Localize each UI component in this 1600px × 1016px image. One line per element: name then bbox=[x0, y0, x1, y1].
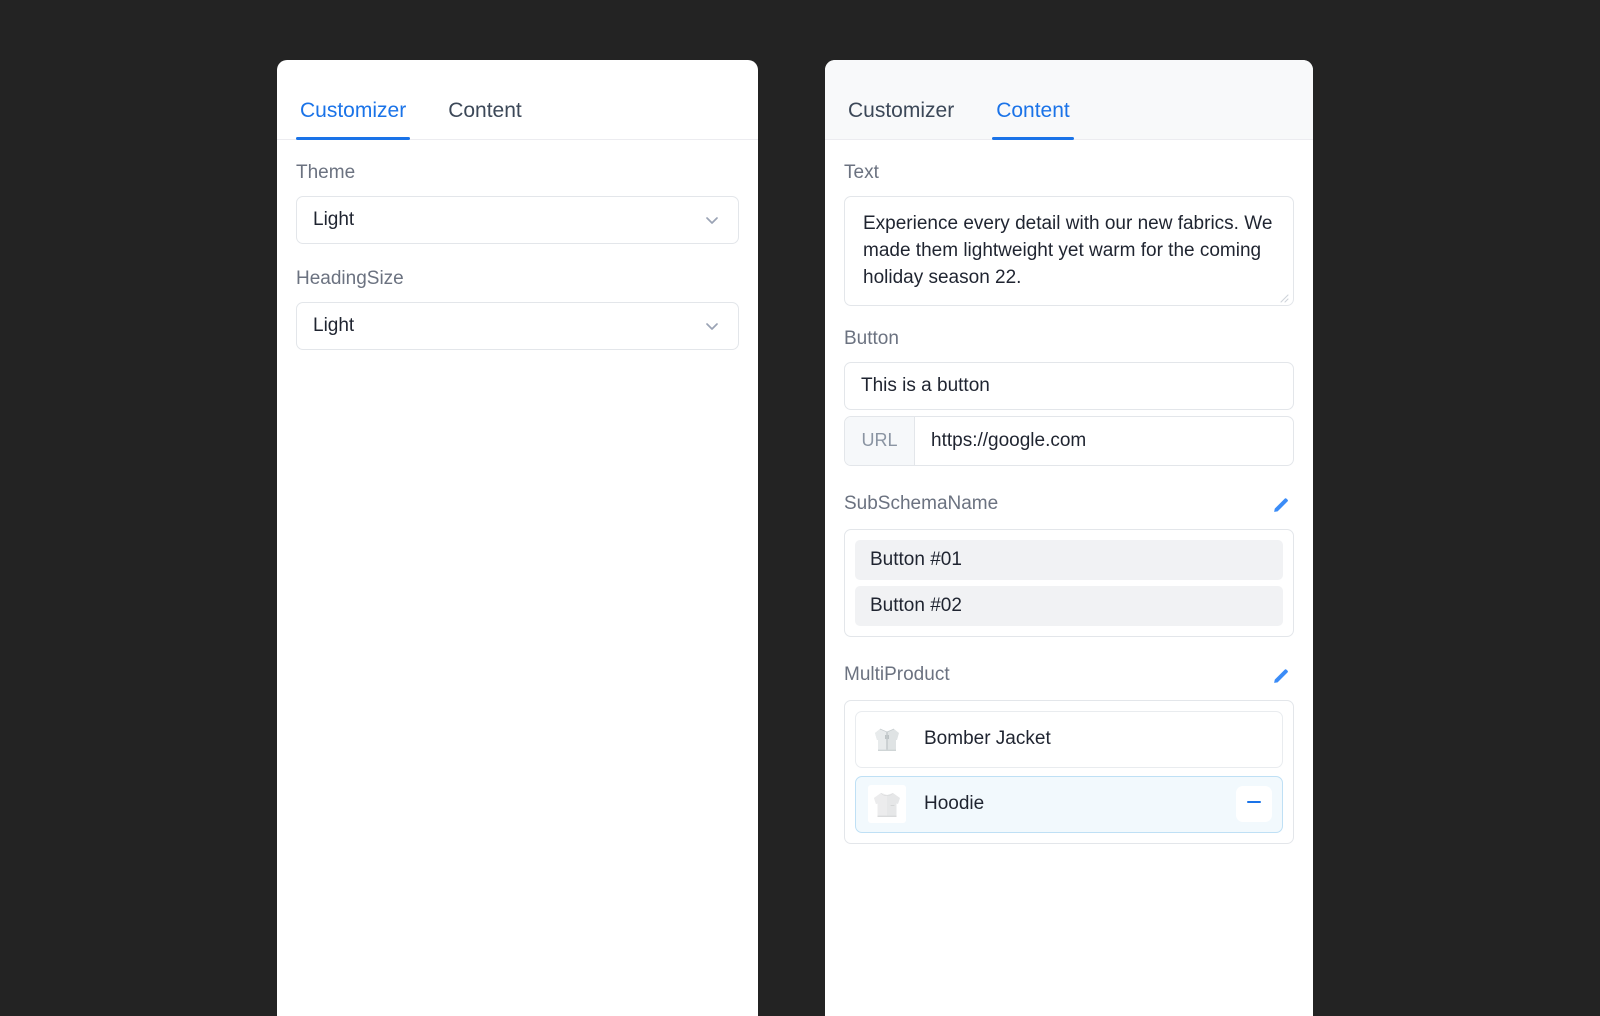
resize-handle-icon[interactable] bbox=[1277, 290, 1289, 303]
text-textarea[interactable]: Experience every detail with our new fab… bbox=[844, 195, 1294, 306]
sub-schema-item-label: Button #02 bbox=[870, 594, 962, 616]
button-label-input-value: This is a button bbox=[861, 374, 990, 396]
field-button: Button This is a button URL https://goog… bbox=[844, 328, 1294, 466]
field-label-theme: Theme bbox=[296, 162, 356, 183]
list-item[interactable]: Button #02 bbox=[855, 585, 1283, 626]
hoodie-thumbnail bbox=[868, 785, 906, 824]
tab-label: Content bbox=[448, 99, 522, 122]
theme-select-value: Light bbox=[313, 208, 355, 230]
button-url-input[interactable]: https://google.com bbox=[915, 417, 1293, 465]
customizer-panel: Customizer Content Theme Light HeadingSi… bbox=[277, 60, 758, 1016]
minus-icon bbox=[1244, 792, 1264, 817]
product-name: Hoodie bbox=[924, 793, 985, 815]
theme-select[interactable]: Light bbox=[296, 195, 739, 244]
left-panel-tabbar: Customizer Content bbox=[277, 60, 758, 140]
remove-product-button[interactable] bbox=[1236, 786, 1272, 823]
multi-product-list: Bomber Jacket Hoodie bbox=[844, 699, 1294, 844]
heading-size-select[interactable]: Light bbox=[296, 301, 739, 350]
table-row[interactable]: Hoodie bbox=[855, 775, 1283, 833]
heading-size-select-value: Light bbox=[313, 314, 355, 336]
field-multi-product: MultiProduct Bomber Jacket Hoodie bbox=[844, 663, 1294, 844]
field-heading-size: HeadingSize Light bbox=[296, 268, 739, 350]
tab-label: Content bbox=[996, 99, 1070, 122]
tab-customizer-left[interactable]: Customizer bbox=[296, 99, 411, 140]
multi-product-header: MultiProduct bbox=[844, 663, 1294, 689]
chevron-down-icon bbox=[702, 316, 722, 336]
field-label-text: Text bbox=[844, 162, 879, 183]
button-label-input[interactable]: This is a button bbox=[844, 361, 1294, 410]
customizer-form: Theme Light HeadingSize Light bbox=[277, 140, 758, 350]
pencil-icon[interactable] bbox=[1268, 492, 1294, 518]
field-label-sub-schema: SubSchemaName bbox=[844, 493, 999, 515]
field-label-heading-size: HeadingSize bbox=[296, 267, 404, 289]
tab-customizer-right[interactable]: Customizer bbox=[844, 100, 958, 139]
tab-label: Customizer bbox=[300, 99, 407, 122]
product-name: Bomber Jacket bbox=[924, 728, 1051, 750]
bomber-jacket-thumbnail bbox=[868, 720, 906, 759]
tab-label: Customizer bbox=[848, 99, 955, 122]
sub-schema-list: Button #01 Button #02 bbox=[844, 528, 1294, 637]
field-theme: Theme Light bbox=[296, 162, 739, 244]
screen-root: Customizer Content Theme Light HeadingSi… bbox=[0, 0, 1600, 1016]
table-row[interactable]: Bomber Jacket bbox=[855, 710, 1283, 768]
tab-content-right[interactable]: Content bbox=[992, 99, 1074, 140]
field-label-button: Button bbox=[844, 327, 899, 349]
button-url-input-value: https://google.com bbox=[931, 429, 1087, 451]
field-sub-schema: SubSchemaName Button #01 Button #02 bbox=[844, 492, 1294, 637]
button-url-input-group: URL https://google.com bbox=[844, 415, 1294, 466]
sub-schema-header: SubSchemaName bbox=[844, 492, 1294, 518]
field-text: Text Experience every detail with our ne… bbox=[844, 162, 1294, 306]
tab-content-left[interactable]: Content bbox=[444, 100, 526, 139]
right-panel-tabbar: Customizer Content bbox=[825, 60, 1313, 140]
text-textarea-value: Experience every detail with our new fab… bbox=[863, 212, 1278, 288]
chevron-down-icon bbox=[702, 210, 722, 230]
content-form: Text Experience every detail with our ne… bbox=[825, 140, 1313, 844]
sub-schema-item-label: Button #01 bbox=[870, 548, 962, 570]
field-label-multi-product: MultiProduct bbox=[844, 664, 950, 686]
pencil-icon[interactable] bbox=[1268, 663, 1294, 689]
url-prefix-label: URL bbox=[845, 416, 915, 465]
content-panel: Customizer Content Text Experience every… bbox=[825, 60, 1313, 1016]
list-item[interactable]: Button #01 bbox=[855, 539, 1283, 580]
